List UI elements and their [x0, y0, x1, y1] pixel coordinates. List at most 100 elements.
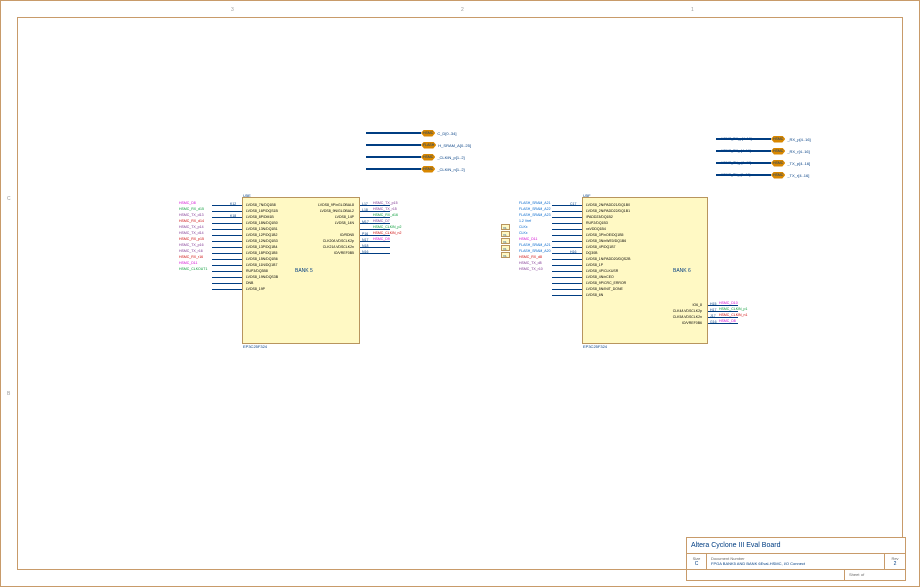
net-label: HSMC_RX_d8	[519, 255, 542, 259]
wire	[360, 241, 390, 242]
net-label: CLKx	[519, 231, 528, 235]
sheet-cell: Sheet of	[845, 570, 905, 580]
wire	[212, 217, 242, 218]
pin-name: LVDS8_3N/nWE0/DQ1B6	[586, 239, 626, 243]
date-cell	[687, 570, 845, 580]
wire	[552, 259, 582, 260]
pin-name: LVDS8_19P	[246, 287, 265, 291]
net-label: HSMC_RX_r16	[179, 255, 203, 259]
pin-name: LVDS8_1N/PADD20/DQS2B	[586, 257, 630, 261]
pad-square: V1	[501, 231, 510, 237]
wire	[212, 229, 242, 230]
pin-name: LVDS8_4P/CLKUSR	[586, 269, 618, 273]
bus-tag: HSMC_RX_p[4..16]HSMC_RX_p[4..16]	[716, 135, 811, 143]
pin-name: IO/VREF0B5	[334, 251, 354, 255]
net-label: HSMC_TX_r15	[373, 207, 397, 211]
wire	[212, 253, 242, 254]
net-label: HSMC_TX_p14	[179, 225, 204, 229]
wire	[552, 235, 582, 236]
bus-tag: HSMC_RX_r[4..16]HSMC_RX_r[4..16]	[716, 147, 810, 155]
bus-tag: HSMC_CLKIN_p[1..2]	[366, 153, 465, 161]
pin-name: LVDS8_9P/nGLOBAL8	[318, 203, 354, 207]
pin-name: LVDS8_8P/DM1B	[246, 215, 274, 219]
wire	[212, 235, 242, 236]
net-label: HSMC_RX_d15	[179, 207, 204, 211]
net-label: 1.2 Vref	[519, 219, 531, 223]
bus-tag: HSMC_TX_p[4..16]HSMC_TX_p[4..16]	[716, 159, 810, 167]
pin-name: xxVDDQ1B4	[586, 227, 606, 231]
wire	[212, 283, 242, 284]
pin-name: RUP3/DQ3B8	[246, 269, 268, 273]
net-label: FLASH_SRAM_A21	[519, 201, 551, 205]
pin-name: LVDS8_12P/DQ1B2	[246, 233, 277, 237]
net-label: HSMC_D7	[373, 219, 390, 223]
wire	[360, 223, 390, 224]
pin-name: LVDS8_4N/nCEO	[586, 275, 614, 279]
pin-name: LVDS8_1P	[586, 263, 603, 267]
net-label: FLASH_SRAM_A20	[519, 249, 551, 253]
pin-name: LVDS8_7N/DQ1B8	[246, 203, 276, 207]
pin-name: LVDS8_2N/PADD21/DQ1B0	[586, 203, 630, 207]
bus-tag: HSMC_TX_r[4..16]HSMC_TX_r[4..16]	[716, 171, 809, 179]
bus-tag: HSMCC_D[0..34]	[366, 129, 456, 137]
pin-name: LVDS8_13N/DQ1B1	[246, 227, 278, 231]
wire	[360, 217, 390, 218]
wire	[552, 223, 582, 224]
wire	[552, 265, 582, 266]
pin-name: CLK21/LVDSCLK2n	[323, 245, 354, 249]
pin-name: IO/VREF0B6	[682, 321, 702, 325]
wire	[708, 317, 738, 318]
pin-name: LVDS8_11N/DQ1B7	[246, 263, 277, 267]
net-label: HSMC_D8	[179, 201, 196, 205]
ref-des: U5E	[243, 193, 251, 198]
chip-part: EP3C25F324	[243, 344, 267, 349]
pin-name: LVDS8_9N/GLOBAL2	[320, 209, 354, 213]
pad-square: V1	[501, 252, 510, 258]
ruler-left: C	[7, 196, 11, 202]
pin-name: /PADD23/DQ1B2	[586, 215, 613, 219]
wire	[708, 323, 738, 324]
net-label: HSMC_TX_d14	[179, 231, 204, 235]
ruler-top: 3	[231, 7, 234, 13]
pin-name: LVDS8_2N/PADD22/DQ1B1	[586, 209, 630, 213]
wire	[552, 247, 582, 248]
pin-name: CLK5/LVDSCLK2n	[673, 315, 702, 319]
ruler-top: 2	[461, 7, 464, 13]
title-block: Altera Cyclone III Eval Board Size C Doc…	[686, 537, 906, 581]
bank-label: BANK 6	[673, 268, 691, 274]
pin-name: RUP2/DQ1B3	[586, 221, 608, 225]
net-label: HSMC_D9	[373, 237, 390, 241]
pin-name: LVDS8_14N	[335, 221, 354, 225]
net-label: FLASH_SRAM_A21	[519, 243, 551, 247]
wire	[360, 247, 390, 248]
net-label: HSMC_D11	[179, 261, 197, 265]
pin-name: LVDS8_12N/DQ1B3	[246, 239, 278, 243]
num-pad: V1V1V1V1V1	[501, 224, 510, 259]
pin-name: LVDS8_18N/DQ1B0	[246, 221, 278, 225]
schematic-frame: 3 2 1 C B HSMCC_D[0..34]FLASHH_SRAM_A[0.…	[0, 0, 920, 587]
pin-name: IO6_8	[692, 303, 702, 307]
net-label: HSMC_CLKIN_p1	[719, 307, 747, 311]
pin-name: IO/RDN5	[340, 233, 354, 237]
pad-square: V1	[501, 245, 510, 251]
net-label: HSMC_TX_d8	[519, 261, 542, 265]
bank-label: BANK 5	[295, 268, 313, 274]
wire	[708, 305, 738, 306]
wire	[552, 205, 582, 206]
wire	[552, 283, 582, 284]
net-label: CLKx	[519, 225, 528, 229]
pin-name: LVDS8_3P/nOE/DQ1B5	[586, 233, 623, 237]
drawing-border	[17, 17, 903, 570]
net-label: HSMC_CLKIN_n1	[719, 313, 747, 317]
pin-name: CLK20/LVDSCLK2p	[323, 239, 354, 243]
wire	[552, 277, 582, 278]
net-label: HSMC_CLKIN_p2	[373, 225, 401, 229]
wire	[212, 241, 242, 242]
wire	[552, 295, 582, 296]
pin-name: DNB	[246, 281, 253, 285]
pin-name: DQ30B	[586, 251, 597, 255]
net-label: FLASH_SRAM_A23	[519, 213, 551, 217]
rev-cell: Rev 2	[885, 554, 905, 569]
net-label: HSMC_RX_d14	[179, 219, 204, 223]
wire	[708, 311, 738, 312]
